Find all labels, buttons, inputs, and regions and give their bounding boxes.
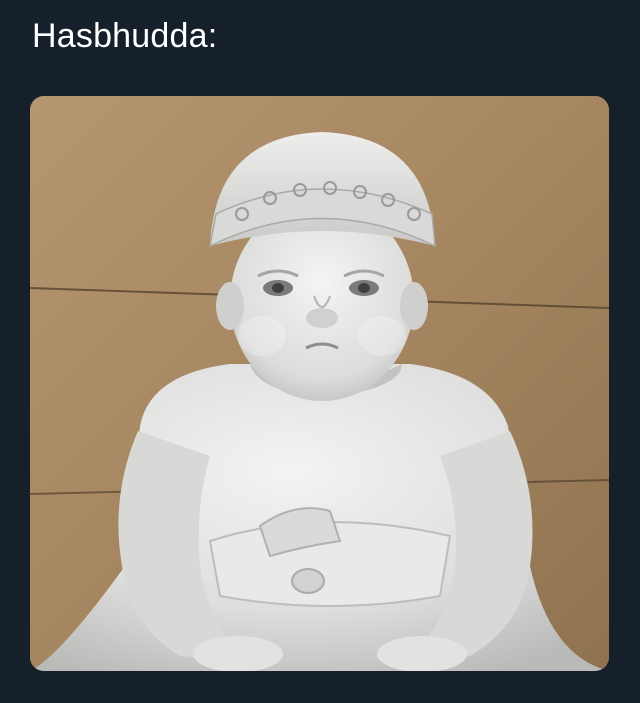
marble-statue-illustration	[30, 96, 609, 671]
statue-left-hand	[193, 636, 283, 671]
statue-left-pupil	[272, 283, 284, 293]
tweet-text: Hasbhudda:	[32, 17, 218, 55]
statue-right-pupil	[358, 283, 370, 293]
statue-right-hand	[377, 636, 467, 671]
statue-left-ear	[216, 282, 244, 330]
tweet-card: Hasbhudda:	[0, 0, 640, 703]
tweet-media-image[interactable]	[30, 96, 609, 671]
statue-nose	[306, 308, 338, 328]
statue-sash-knot	[291, 568, 325, 594]
statue-left-cheek	[238, 316, 286, 356]
statue-right-cheek	[358, 316, 406, 356]
statue-right-ear	[400, 282, 428, 330]
